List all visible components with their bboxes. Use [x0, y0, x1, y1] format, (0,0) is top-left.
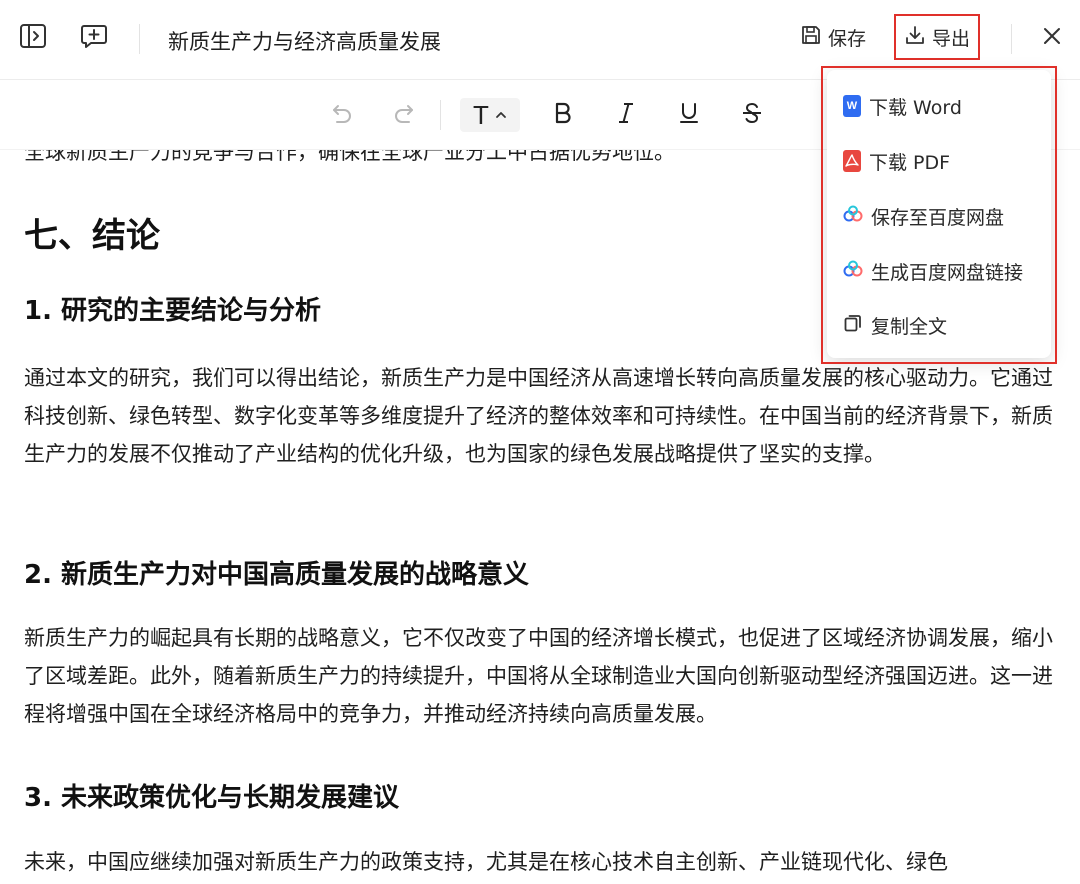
strikethrough-button[interactable] [737, 98, 767, 132]
header-divider [139, 24, 140, 54]
save-icon [800, 24, 822, 51]
download-icon [904, 24, 926, 51]
subsection-heading: 2. 新质生产力对中国高质量发展的战略意义 [24, 560, 530, 590]
strikethrough-icon [740, 101, 764, 129]
subsection-heading: 3. 未来政策优化与长期发展建议 [24, 783, 400, 813]
header-divider-right [1011, 24, 1012, 54]
save-label: 保存 [828, 27, 867, 50]
italic-icon [614, 101, 638, 129]
add-comment-button[interactable] [78, 22, 110, 54]
paragraph: 未来，中国应继续加强对新质生产力的政策支持，尤其是在核心技术自主创新、产业链现代… [24, 850, 948, 874]
document-title[interactable]: 新质生产力与经济高质量发展 [168, 26, 441, 56]
bold-icon [551, 101, 575, 129]
close-icon [1041, 25, 1063, 51]
comment-add-icon [79, 21, 109, 55]
sidebar-toggle-button[interactable] [17, 22, 49, 54]
paragraph: 新质生产力的崛起具有长期的战略意义，它不仅改变了中国的经济增长模式，也促进了区域… [24, 626, 1053, 726]
text-style-label: T [473, 99, 489, 130]
toolbar-divider [440, 100, 441, 130]
underline-icon [677, 101, 701, 129]
text-style-dropdown[interactable]: T [460, 98, 520, 132]
subsection-heading: 1. 研究的主要结论与分析 [24, 296, 322, 326]
panel-toggle-icon [18, 21, 48, 55]
export-button[interactable]: 导出 [894, 14, 981, 60]
undo-icon [329, 100, 355, 130]
section-heading: 七、结论 [24, 216, 160, 256]
redo-icon [391, 100, 417, 130]
export-menu-highlight [821, 66, 1057, 364]
chevron-up-icon [495, 106, 507, 125]
paragraph: 通过本文的研究，我们可以得出结论，新质生产力是中国经济从高速增长转向高质量发展的… [24, 366, 1053, 466]
export-label: 导出 [932, 27, 971, 50]
close-button[interactable] [1036, 22, 1068, 54]
save-button[interactable]: 保存 [800, 14, 866, 60]
underline-button[interactable] [674, 98, 704, 132]
bold-button[interactable] [548, 98, 578, 132]
italic-button[interactable] [611, 98, 641, 132]
undo-button[interactable] [326, 98, 358, 132]
redo-button[interactable] [388, 98, 420, 132]
